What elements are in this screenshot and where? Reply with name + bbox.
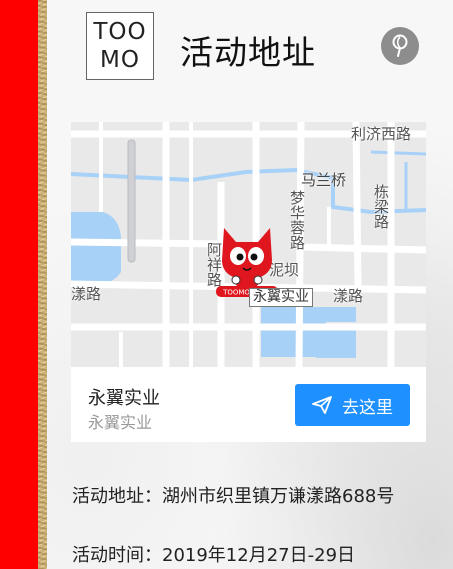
go-here-button[interactable]: 去这里 (295, 384, 410, 426)
map-pin-icon (392, 34, 408, 57)
gold-border-strip (38, 0, 47, 569)
go-here-label: 去这里 (342, 397, 393, 418)
logo-line-2: MO (100, 47, 140, 73)
event-address: 活动地址：湖州市织里镇万谦漾路688号 (72, 486, 395, 507)
page-title: 活动地址 (180, 33, 316, 72)
logo-line-1: TOO (93, 19, 147, 45)
map-marker-label: 永翼实业 (249, 288, 313, 307)
send-icon (312, 396, 332, 414)
place-name: 永翼实业 (88, 388, 160, 409)
map-view[interactable]: 利济西路 马兰桥 梦华蓉路 栋梁路 漾路 漾路 阿祥路 泥坝 TOOMO淘陌猫 … (71, 122, 426, 367)
cat-mascot-icon: TOOMO淘陌猫 (216, 228, 278, 297)
map-label-road: 梦华蓉路 (288, 190, 306, 250)
map-label-bridge: 马兰桥 (301, 171, 347, 189)
map-label-road: 漾路 (71, 285, 102, 303)
location-pin-button[interactable] (381, 27, 419, 65)
map-label-road: 漾路 (333, 287, 364, 305)
toomo-logo: TOO MO (86, 12, 154, 80)
location-card: 利济西路 马兰桥 梦华蓉路 栋梁路 漾路 漾路 阿祥路 泥坝 TOOMO淘陌猫 … (71, 122, 426, 442)
event-time: 活动时间：2019年12月27日-29日 (72, 545, 356, 566)
map-label-road: 利济西路 (351, 125, 412, 143)
place-address: 永翼实业 (88, 413, 153, 432)
map-label-road: 栋梁路 (372, 184, 390, 229)
toomo-mascot-marker[interactable]: TOOMO淘陌猫 (216, 222, 278, 298)
left-red-bar (0, 0, 38, 569)
